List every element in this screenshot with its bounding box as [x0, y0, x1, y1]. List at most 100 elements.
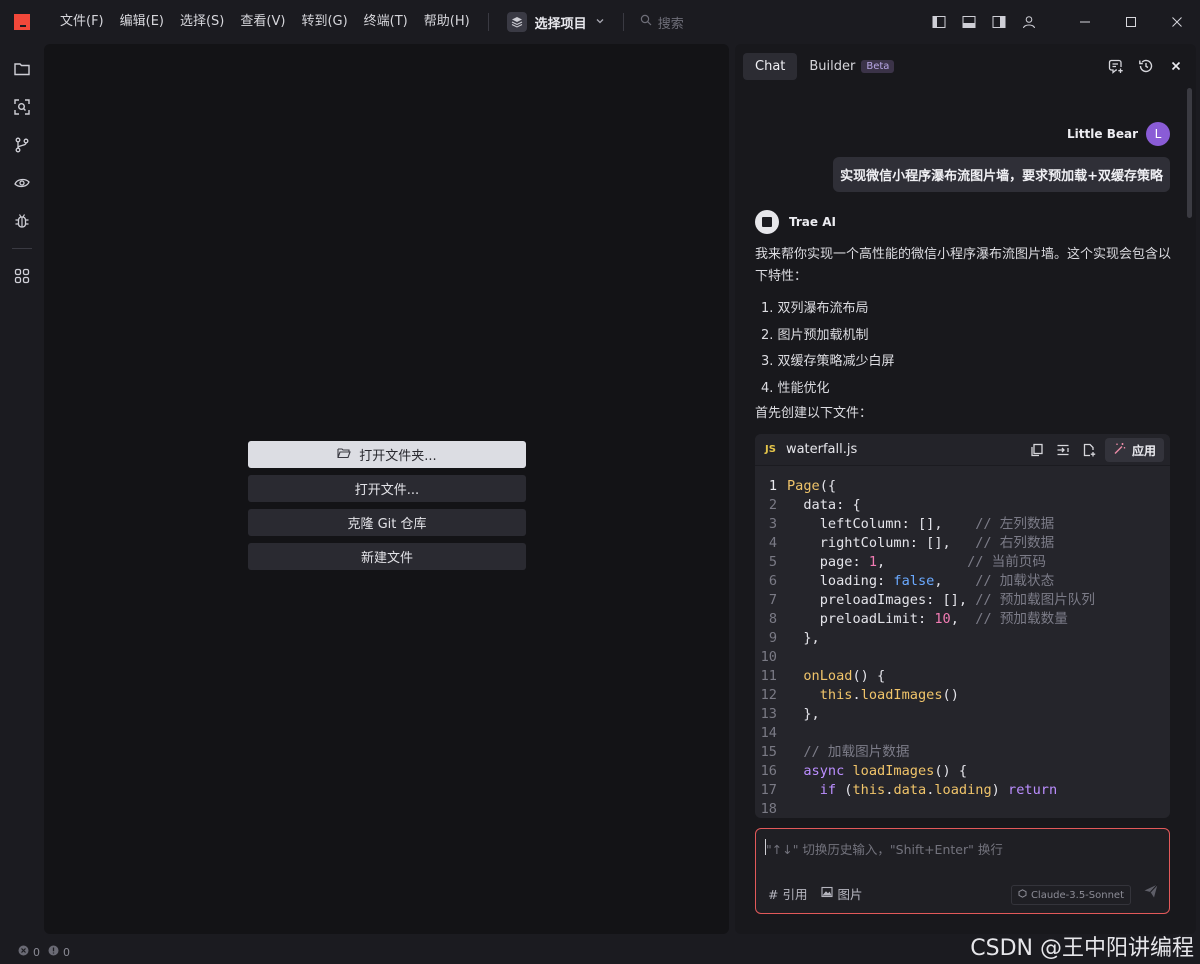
- chevron-down-icon: [595, 15, 605, 30]
- code-content[interactable]: 1 Page({ 2 data: { 3 leftColumn: [], // 左…: [755, 466, 1170, 818]
- beta-badge: Beta: [861, 59, 895, 73]
- image-label: 图片: [837, 887, 863, 902]
- line-number: 11: [760, 668, 777, 684]
- chat-header: Chat Builder Beta: [735, 44, 1196, 88]
- menu-go[interactable]: 转到(G): [293, 0, 355, 44]
- image-icon: [821, 886, 834, 901]
- user-message: 实现微信小程序瀑布流图片墙，要求预加载+双缓存策略: [833, 157, 1170, 192]
- insert-at-cursor-icon[interactable]: [1053, 438, 1073, 462]
- close-window-icon[interactable]: [1154, 0, 1200, 44]
- line-number: 4: [768, 535, 777, 551]
- menu-terminal[interactable]: 终端(T): [356, 0, 416, 44]
- minimize-icon[interactable]: [1062, 0, 1108, 44]
- menu-help[interactable]: 帮助(H): [416, 0, 478, 44]
- menu-bar: 文件(F) 编辑(E) 选择(S) 查看(V) 转到(G) 终端(T) 帮助(H…: [52, 0, 478, 44]
- debug-icon[interactable]: [0, 202, 44, 240]
- clone-git-button[interactable]: 克隆 Git 仓库: [248, 509, 526, 536]
- model-icon: [1018, 889, 1027, 901]
- new-file-button[interactable]: 新建文件: [248, 543, 526, 570]
- code-block-header: JS waterfall.js 应用: [755, 434, 1170, 466]
- copy-icon[interactable]: [1027, 438, 1047, 462]
- tab-chat[interactable]: Chat: [743, 52, 798, 80]
- code-block: JS waterfall.js 应用 1 Page({2 data: {3 …: [755, 434, 1170, 818]
- line-number: 1: [768, 478, 777, 494]
- chat-panel: Chat Builder Beta Little Bear L 实现微信小程序瀑…: [735, 44, 1196, 934]
- toggle-secondary-sidebar-icon[interactable]: [984, 0, 1014, 44]
- search-icon: [640, 14, 652, 30]
- new-chat-icon[interactable]: [1106, 56, 1126, 76]
- list-item: 3. 双缓存策略减少白屏: [761, 354, 895, 369]
- search-scan-icon[interactable]: [0, 88, 44, 126]
- apps-grid-icon[interactable]: [0, 257, 44, 295]
- warning-icon: [48, 945, 59, 959]
- explorer-icon[interactable]: [0, 50, 44, 88]
- line-number: 15: [760, 744, 777, 760]
- apply-label: 应用: [1131, 443, 1156, 458]
- code-filename: waterfall.js: [785, 442, 858, 457]
- feature-list: 1. 双列瀑布流布局 2. 图片预加载机制 3. 双缓存策略减少白屏 4. 性能…: [761, 296, 895, 402]
- line-number: 7: [768, 592, 777, 608]
- search-placeholder: 搜索: [657, 16, 684, 32]
- line-number: 2: [768, 497, 777, 513]
- line-number: 18: [760, 801, 777, 817]
- ai-name: Trae AI: [789, 215, 836, 229]
- menu-view[interactable]: 查看(V): [232, 0, 293, 44]
- error-count[interactable]: 0: [33, 946, 40, 959]
- divider: [622, 13, 624, 31]
- list-item: 2. 图片预加载机制: [761, 327, 869, 343]
- chat-scrollbar[interactable]: [1187, 88, 1192, 218]
- source-control-icon[interactable]: [0, 126, 44, 164]
- warning-count[interactable]: 0: [63, 946, 70, 959]
- open-file-button[interactable]: 打开文件...: [248, 475, 526, 502]
- model-name: Claude-3.5-Sonnet: [1030, 889, 1124, 901]
- search-box[interactable]: 搜索: [640, 13, 684, 32]
- history-icon[interactable]: [1136, 56, 1156, 76]
- editor-area: 打开文件夹... 打开文件... 克隆 Git 仓库 新建文件: [44, 44, 729, 934]
- project-selector[interactable]: 选择项目: [499, 12, 613, 32]
- close-icon[interactable]: [1166, 56, 1186, 76]
- extensions-eye-icon[interactable]: [0, 164, 44, 202]
- project-label: 选择项目: [534, 16, 587, 32]
- line-number: 14: [760, 725, 777, 741]
- js-file-icon: JS: [765, 444, 776, 455]
- folder-open-icon: [337, 447, 352, 463]
- line-number: 17: [760, 782, 777, 798]
- menu-edit[interactable]: 编辑(E): [112, 0, 172, 44]
- layers-icon: [506, 12, 527, 32]
- watermark: CSDN @王中阳讲编程: [970, 936, 1194, 961]
- magic-wand-icon: [1113, 442, 1126, 458]
- tab-builder[interactable]: Builder Beta: [797, 53, 906, 80]
- ai-avatar: [755, 210, 779, 234]
- title-bar: 文件(F) 编辑(E) 选择(S) 查看(V) 转到(G) 终端(T) 帮助(H…: [0, 0, 1200, 44]
- list-item: 1. 双列瀑布流布局: [761, 301, 869, 316]
- maximize-icon[interactable]: [1108, 0, 1154, 44]
- apply-button[interactable]: 应用: [1104, 438, 1164, 462]
- open-folder-label: 打开文件夹...: [359, 449, 437, 464]
- tab-builder-label: Builder: [809, 58, 856, 74]
- reference-button[interactable]: # 引用: [768, 884, 807, 903]
- line-number: 12: [760, 687, 777, 703]
- menu-file[interactable]: 文件(F): [52, 0, 112, 44]
- app-logo: [14, 14, 30, 30]
- send-icon[interactable]: [1143, 883, 1159, 903]
- ai-outro-text: 首先创建以下文件：: [755, 406, 873, 421]
- activity-bar: [0, 44, 44, 940]
- ai-header: Trae AI: [755, 210, 836, 234]
- account-icon[interactable]: [1014, 0, 1044, 44]
- menu-selection[interactable]: 选择(S): [172, 0, 232, 44]
- toggle-panel-icon[interactable]: [954, 0, 984, 44]
- new-file-label: 新建文件: [360, 551, 413, 566]
- line-number: 13: [760, 706, 777, 722]
- list-item: 4. 性能优化: [761, 380, 830, 396]
- user-name: Little Bear: [1067, 127, 1138, 141]
- image-button[interactable]: 图片: [821, 884, 862, 903]
- open-folder-button[interactable]: 打开文件夹...: [248, 441, 526, 468]
- model-selector[interactable]: Claude-3.5-Sonnet: [1010, 885, 1131, 905]
- line-number: 16: [760, 763, 777, 779]
- ai-intro-text: 我来帮你实现一个高性能的微信小程序瀑布流图片墙。这个实现会包含以下特性：: [755, 247, 1172, 284]
- add-to-new-file-icon[interactable]: [1079, 438, 1099, 462]
- chat-input[interactable]: "↑↓" 切换历史输入，"Shift+Enter" 换行 # 引用 图片 Cla…: [755, 828, 1170, 914]
- line-number: 6: [768, 573, 777, 589]
- open-file-label: 打开文件...: [354, 483, 420, 498]
- toggle-primary-sidebar-icon[interactable]: [924, 0, 954, 44]
